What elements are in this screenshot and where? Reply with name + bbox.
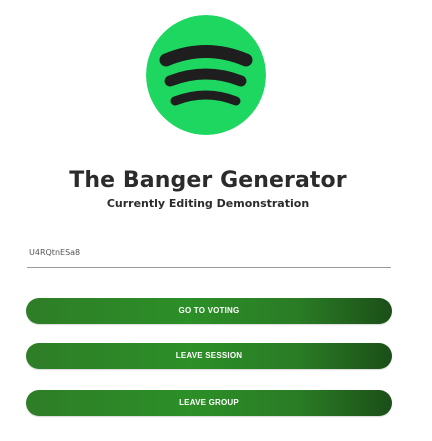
go-to-voting-button[interactable]: GO TO VOTING [26, 298, 392, 324]
spotify-logo-icon [146, 15, 266, 135]
page-title: The Banger Generator [69, 168, 347, 193]
session-code-field[interactable]: U4RQtnESa8 [27, 243, 391, 268]
session-code-value: U4RQtnESa8 [29, 248, 81, 257]
leave-session-button[interactable]: LEAVE SESSION [26, 343, 392, 369]
leave-group-button[interactable]: LEAVE GROUP [26, 390, 392, 416]
page-subtitle: Currently Editing Demonstration [106, 197, 310, 210]
